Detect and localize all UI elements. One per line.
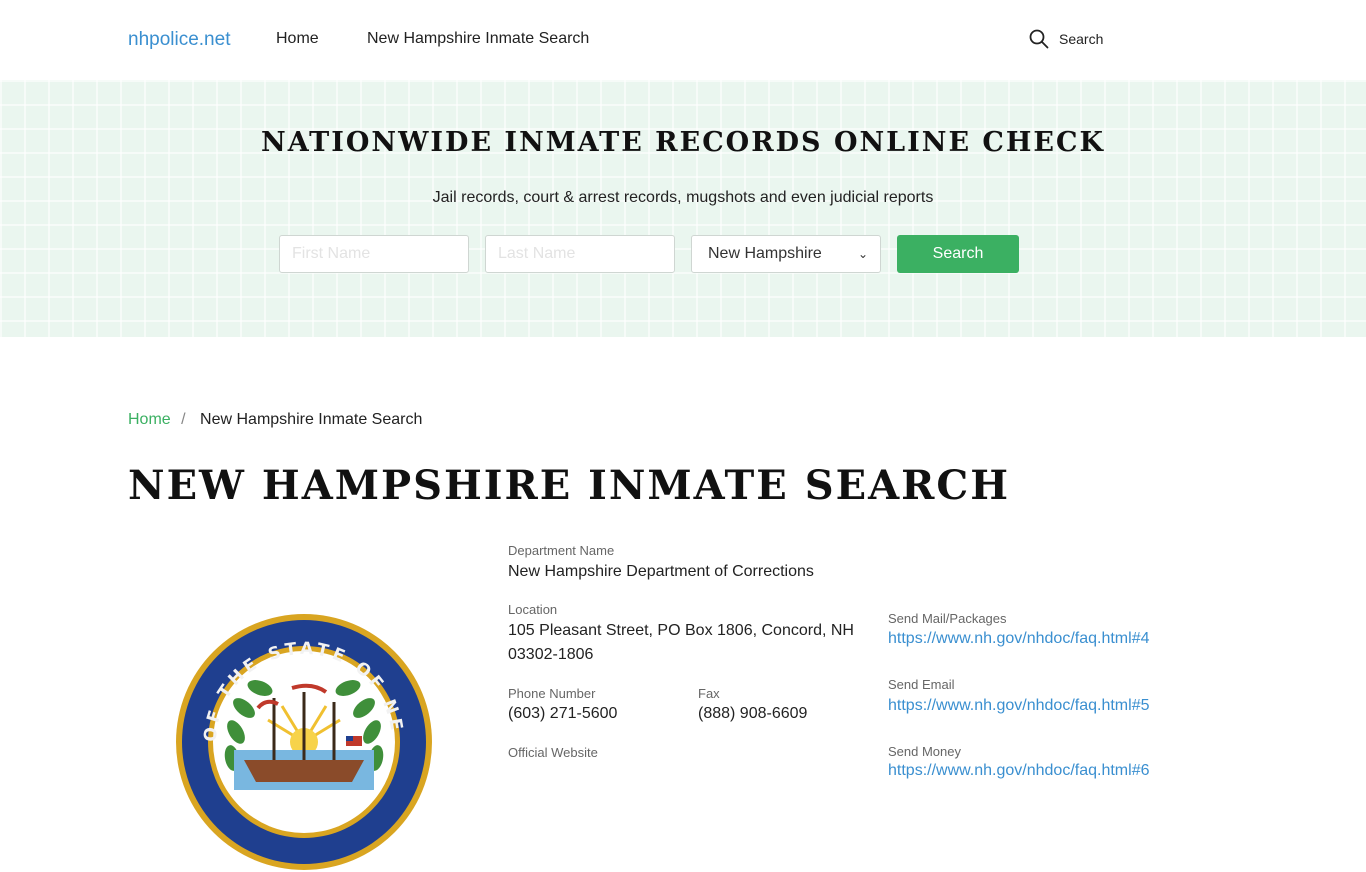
department-label: Department Name xyxy=(508,543,615,558)
send-mail-link[interactable]: https://www.nh.gov/nhdoc/faq.html#4 xyxy=(888,630,1149,648)
state-seal-image: OF THE STATE OF NEW HAMPSHIRE xyxy=(174,612,432,870)
chevron-down-icon: ⌄ xyxy=(857,247,868,261)
phone-value: (603) 271-5600 xyxy=(508,705,618,722)
hero-search-section: NATIONWIDE INMATE RECORDS ONLINE CHECK J… xyxy=(0,80,1366,337)
send-money-label: Send Money xyxy=(888,744,961,759)
location-label: Location xyxy=(508,602,558,617)
header-search-button[interactable]: Search xyxy=(1029,29,1103,49)
breadcrumb-home-link[interactable]: Home xyxy=(128,411,171,428)
fax-value: (888) 908-6609 xyxy=(698,705,808,722)
hero-title: NATIONWIDE INMATE RECORDS ONLINE CHECK xyxy=(261,127,1105,158)
top-navbar: nhpolice.net Home New Hampshire Inmate S… xyxy=(0,0,1366,80)
send-mail-label: Send Mail/Packages xyxy=(888,611,1007,626)
state-select[interactable]: New Hampshire ⌄ xyxy=(691,235,881,273)
breadcrumb-current: New Hampshire Inmate Search xyxy=(200,411,423,428)
send-email-label: Send Email xyxy=(888,677,955,692)
search-icon xyxy=(1029,29,1049,49)
location-line-2: 03302-1806 xyxy=(508,646,594,663)
first-name-input[interactable] xyxy=(279,235,469,273)
location-line-1: 105 Pleasant Street, PO Box 1806, Concor… xyxy=(508,622,854,639)
header-search-label: Search xyxy=(1059,31,1104,47)
send-email-link[interactable]: https://www.nh.gov/nhdoc/faq.html#5 xyxy=(888,697,1149,715)
last-name-input[interactable] xyxy=(485,235,675,273)
hero-search-button[interactable]: Search xyxy=(897,235,1019,273)
breadcrumb: Home / New Hampshire Inmate Search xyxy=(128,411,422,429)
fax-label: Fax xyxy=(698,686,720,701)
send-money-link[interactable]: https://www.nh.gov/nhdoc/faq.html#6 xyxy=(888,762,1149,780)
nav-inmate-search-link[interactable]: New Hampshire Inmate Search xyxy=(367,30,589,48)
breadcrumb-separator: / xyxy=(181,411,186,428)
nav-home-link[interactable]: Home xyxy=(276,30,319,48)
brand-logo-link[interactable]: nhpolice.net xyxy=(128,29,230,51)
page-title: NEW HAMPSHIRE INMATE SEARCH xyxy=(128,462,1010,509)
phone-label: Phone Number xyxy=(508,686,596,701)
hero-subtitle: Jail records, court & arrest records, mu… xyxy=(432,189,934,206)
department-value: New Hampshire Department of Corrections xyxy=(508,563,814,580)
official-website-label: Official Website xyxy=(508,745,598,760)
state-select-value: New Hampshire xyxy=(708,245,822,262)
